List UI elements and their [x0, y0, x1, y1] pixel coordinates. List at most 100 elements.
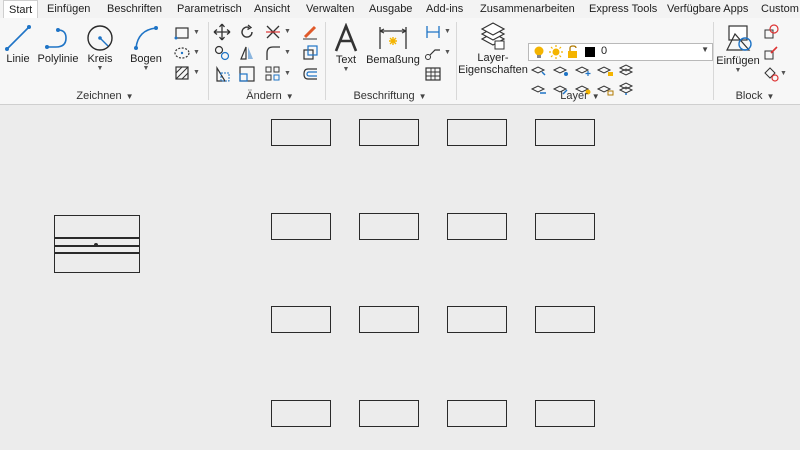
layer-tool-4[interactable] [596, 63, 614, 81]
linear-dim-dropdown-icon[interactable]: ▼ [444, 28, 451, 35]
tab-start[interactable]: Start [3, 0, 39, 20]
layer-tool-3[interactable] [574, 63, 592, 81]
bemassung-button[interactable]: Bemaßung [366, 23, 420, 66]
panel-title-beschriftung[interactable]: Beschriftung ▼ [335, 89, 445, 103]
trim-icon [266, 25, 280, 39]
layer-dropdown[interactable]: 0 ▼ [528, 43, 713, 61]
block-edit-tool[interactable] [762, 44, 780, 62]
scale-tool[interactable] [238, 65, 256, 83]
tab-einfuegen[interactable]: Einfügen [42, 0, 95, 18]
trim-tool[interactable] [264, 23, 282, 41]
layer-off-icon [530, 66, 546, 76]
array-dropdown-icon[interactable]: ▼ [284, 70, 291, 77]
drawing-rectangle[interactable] [535, 213, 595, 240]
block-attribute-tool[interactable] [762, 65, 780, 83]
linie-button[interactable]: Linie [4, 24, 32, 65]
linear-dim-tool[interactable] [424, 23, 442, 41]
hatch-tool[interactable] [173, 64, 191, 82]
current-layer-value: 0 [601, 45, 608, 57]
panel-title-block[interactable]: Block ▼ [725, 89, 785, 103]
explode-tool[interactable] [301, 44, 319, 62]
array-tool[interactable] [264, 65, 282, 83]
hatch-dropdown-icon[interactable]: ▼ [193, 69, 200, 76]
panel-title-aendern[interactable]: Ändern ▼ [220, 89, 320, 103]
stretch-icon [216, 65, 230, 82]
rectangle-tool[interactable] [173, 24, 191, 42]
drawing-rectangle[interactable] [535, 306, 595, 333]
bogen-dropdown-icon[interactable]: ▼ [128, 65, 164, 73]
tab-verwalten[interactable]: Verwalten [301, 0, 359, 18]
einfuegen-dropdown-icon[interactable]: ▼ [716, 67, 760, 75]
polylinie-button[interactable]: Polylinie [37, 24, 79, 65]
ribbon: Linie Polylinie Kreis ▼ Bogen ▼ ▼ ▼ ▼ Ze… [0, 18, 800, 105]
panel-divider [325, 22, 326, 100]
drawing-rectangle[interactable] [447, 213, 507, 240]
tab-express-tools[interactable]: Express Tools [584, 0, 662, 18]
kreis-button[interactable]: Kreis ▼ [85, 24, 115, 73]
leader-dropdown-icon[interactable]: ▼ [444, 49, 451, 56]
drawing-rectangle[interactable] [447, 400, 507, 427]
linie-label: Linie [6, 53, 30, 65]
drawing-rectangle[interactable] [271, 119, 331, 146]
drawing-rectangle[interactable] [447, 306, 507, 333]
polylinie-label: Polylinie [37, 53, 79, 65]
tab-parametrisch[interactable]: Parametrisch [172, 0, 247, 18]
offset-tool[interactable] [301, 65, 319, 83]
drawing-rectangle[interactable] [359, 400, 419, 427]
tab-beschriften[interactable]: Beschriften [102, 0, 167, 18]
layer-tool-10[interactable] [618, 82, 636, 100]
kreis-dropdown-icon[interactable]: ▼ [85, 65, 115, 73]
tab-ansicht[interactable]: Ansicht [249, 0, 295, 18]
move-tool[interactable] [213, 23, 231, 41]
explode-icon [303, 45, 318, 60]
circle-icon [87, 25, 113, 51]
drawing-rectangle[interactable] [271, 400, 331, 427]
drawing-canvas[interactable] [0, 105, 800, 450]
ellipse-tool[interactable] [173, 44, 191, 62]
trim-dropdown-icon[interactable]: ▼ [284, 28, 291, 35]
layer-freeze-icon [574, 66, 591, 76]
rectangle-dropdown-icon[interactable]: ▼ [193, 29, 200, 36]
bogen-button[interactable]: Bogen ▼ [128, 24, 164, 73]
stretch-tool[interactable] [213, 65, 231, 83]
dimension-icon [379, 27, 407, 49]
panel-title-zeichnen[interactable]: Zeichnen ▼ [60, 89, 150, 103]
mirror-tool[interactable] [238, 44, 256, 62]
drawing-rectangle[interactable] [359, 306, 419, 333]
drawing-rectangle[interactable] [359, 119, 419, 146]
layer-eigenschaften-button[interactable]: Layer- Eigenschaften [457, 21, 529, 76]
layer-tool-2[interactable] [552, 63, 570, 81]
text-dropdown-icon[interactable]: ▼ [331, 66, 361, 74]
drawing-rectangle[interactable] [535, 119, 595, 146]
drawing-rectangle[interactable] [271, 306, 331, 333]
drawing-rectangle[interactable] [359, 213, 419, 240]
layer-lock-icon [596, 66, 613, 76]
tab-custom[interactable]: Custom [756, 0, 800, 18]
layer-dropdown-arrow-icon[interactable]: ▼ [701, 45, 709, 54]
block-create-tool[interactable] [762, 23, 780, 41]
layer-tool-1[interactable] [530, 63, 548, 81]
layer-tool-5[interactable] [618, 63, 636, 81]
einfuegen-block-button[interactable]: Einfügen ▼ [716, 22, 760, 75]
tab-ausgabe[interactable]: Ausgabe [364, 0, 417, 18]
drawing-rectangle[interactable] [271, 213, 331, 240]
fillet-dropdown-icon[interactable]: ▼ [284, 49, 291, 56]
drawing-rectangle[interactable] [535, 400, 595, 427]
panel-title-layer[interactable]: Layer ▼ [540, 89, 620, 103]
copy-icon [214, 45, 230, 61]
table-tool[interactable] [424, 65, 442, 83]
array-icon [265, 66, 280, 81]
drawing-rectangle[interactable] [447, 119, 507, 146]
text-button[interactable]: Text ▼ [331, 23, 361, 74]
ellipse-dropdown-icon[interactable]: ▼ [193, 49, 200, 56]
tab-add-ins[interactable]: Add-ins [421, 0, 468, 18]
erase-tool[interactable] [301, 23, 319, 41]
block-attribute-dropdown-icon[interactable]: ▼ [780, 70, 787, 77]
leader-tool[interactable] [424, 44, 442, 62]
rotate-tool[interactable] [238, 23, 256, 41]
bogen-label: Bogen [130, 53, 162, 65]
tab-zusammenarbeiten[interactable]: Zusammenarbeiten [475, 0, 580, 18]
fillet-tool[interactable] [264, 44, 282, 62]
copy-tool[interactable] [213, 44, 231, 62]
tab-verfuegbare-apps[interactable]: Verfügbare Apps [662, 0, 753, 18]
